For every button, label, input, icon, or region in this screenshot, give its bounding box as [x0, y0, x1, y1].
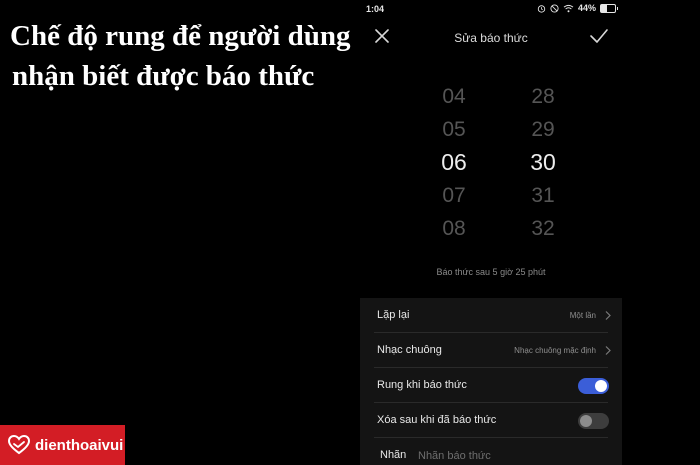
wifi-icon [563, 4, 574, 12]
delete-after-row[interactable]: Xóa sau khi đã báo thức [360, 403, 622, 438]
check-icon[interactable] [588, 26, 610, 46]
ringtone-row[interactable]: Nhạc chuông Nhạc chuông mặc định [360, 333, 622, 368]
caption-line-1: Chế độ rung để người dùng [10, 20, 351, 52]
toggle-knob [580, 415, 592, 427]
do-not-disturb-icon [550, 3, 559, 13]
status-bar: 1:04 44% [360, 0, 622, 18]
settings-list: Lặp lại Một lần Nhạc chuông Nhạc chuông … [360, 298, 622, 465]
status-time: 1:04 [366, 4, 385, 14]
vibrate-label: Rung khi báo thức [377, 379, 467, 391]
ringtone-value: Nhạc chuông mặc định [514, 346, 596, 355]
minute-selected[interactable]: 30 [513, 146, 573, 179]
hour-option[interactable]: 05 [424, 113, 484, 146]
hour-picker[interactable]: 04 05 06 07 08 [424, 80, 484, 245]
delete-after-label: Xóa sau khi đã báo thức [377, 414, 497, 426]
minute-option[interactable]: 28 [513, 80, 573, 113]
delete-after-toggle[interactable] [578, 413, 609, 429]
chevron-right-icon [605, 346, 611, 355]
vibrate-toggle[interactable] [578, 378, 609, 394]
status-icons: 44% [537, 3, 618, 13]
hour-option[interactable]: 04 [424, 80, 484, 113]
page-title: Sửa báo thức [454, 31, 528, 45]
toggle-knob [595, 380, 607, 392]
brand-logo: dienthoaivui [0, 425, 125, 465]
battery-icon [600, 3, 618, 13]
minute-option[interactable]: 32 [513, 212, 573, 245]
ringtone-label: Nhạc chuông [377, 344, 442, 356]
handshake-heart-icon [8, 435, 30, 455]
hour-option[interactable]: 07 [424, 179, 484, 212]
repeat-row[interactable]: Lặp lại Một lần [360, 298, 622, 333]
chevron-right-icon [605, 311, 611, 320]
caption-line-2: nhận biết được báo thức [12, 60, 315, 92]
label-field-label: Nhãn [380, 449, 407, 461]
vibrate-row[interactable]: Rung khi báo thức [360, 368, 622, 403]
brand-name: dienthoaivui [35, 436, 124, 454]
repeat-label: Lặp lại [377, 309, 410, 321]
battery-percent: 44% [577, 3, 596, 13]
minute-option[interactable]: 29 [513, 113, 573, 146]
repeat-value: Một lần [569, 311, 596, 320]
alarm-clock-icon [537, 4, 546, 13]
promo-caption: Chế độ rung để người dùng nhận biết được… [10, 16, 350, 96]
battery-fill [601, 4, 608, 12]
title-bar: Sửa báo thức [360, 22, 622, 54]
time-until-alarm: Báo thức sau 5 giờ 25 phút [436, 267, 546, 277]
label-input[interactable]: Nhãn báo thức [418, 450, 491, 462]
phone-screen: 1:04 44% Sửa báo thức 04 05 06 07 08 28 … [360, 0, 622, 465]
minute-option[interactable]: 31 [513, 179, 573, 212]
minute-picker[interactable]: 28 29 30 31 32 [513, 80, 573, 245]
label-row: Nhãn Nhãn báo thức [360, 438, 622, 465]
hour-selected[interactable]: 06 [424, 146, 484, 179]
hour-option[interactable]: 08 [424, 212, 484, 245]
